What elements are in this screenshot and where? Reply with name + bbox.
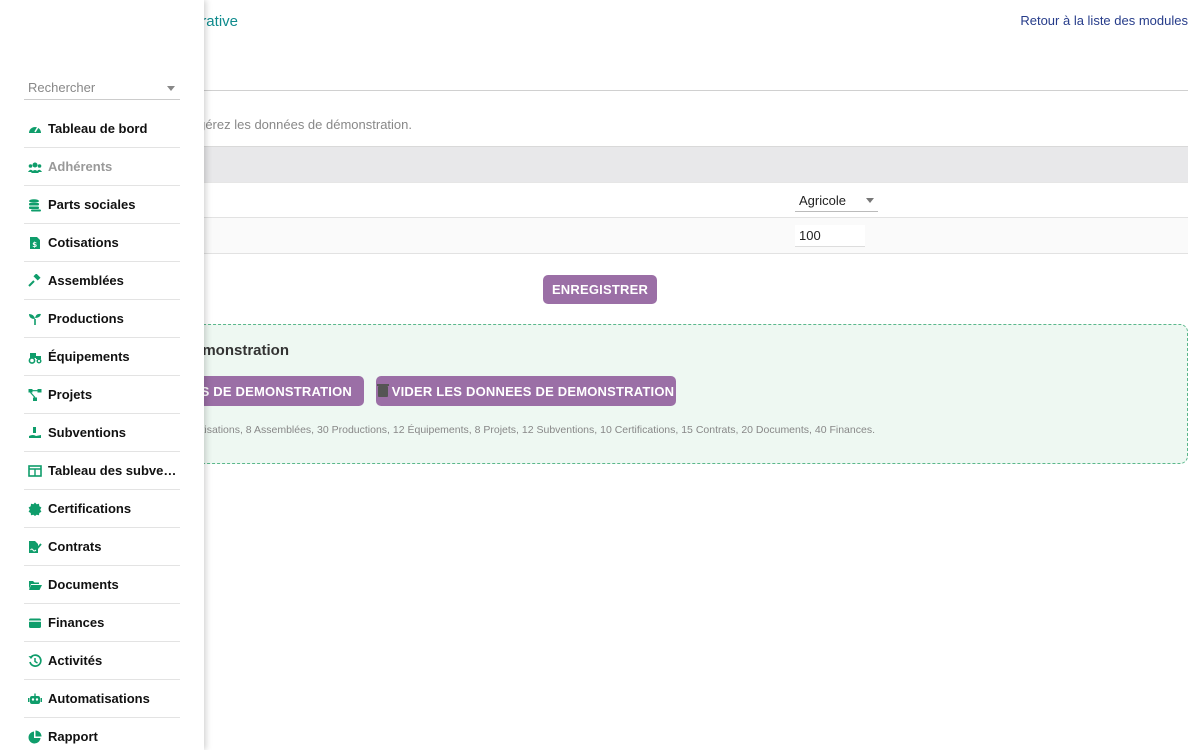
- sidebar-nav: Tableau de bord Adhérents Parts sociales…: [24, 110, 180, 750]
- dashboard-icon: [28, 122, 42, 136]
- sidebar-item-productions[interactable]: Productions: [24, 300, 180, 338]
- svg-text:$: $: [32, 241, 37, 249]
- sidebar-item-documents[interactable]: Documents: [24, 566, 180, 604]
- sidebar-item-tableau-de-bord[interactable]: Tableau de bord: [24, 110, 180, 148]
- robot-icon: [28, 692, 42, 706]
- users-icon: [28, 160, 42, 174]
- chevron-down-icon: [866, 198, 874, 203]
- file-signature-icon: [28, 540, 42, 554]
- cooperative-type-value: Agricole: [799, 193, 846, 208]
- history-icon: [28, 653, 42, 668]
- gavel-icon: [28, 273, 42, 288]
- sidebar-item-subventions[interactable]: Subventions: [24, 414, 180, 452]
- save-button[interactable]: ENREGISTRER: [543, 275, 657, 304]
- settings-row-type: [204, 182, 1188, 218]
- sidebar-item-projets[interactable]: Projets: [24, 376, 180, 414]
- demo-data-summary: tisations, 8 Assemblées, 30 Productions,…: [201, 424, 875, 436]
- hand-holding-icon: [28, 426, 42, 440]
- search-select[interactable]: Rechercher: [24, 80, 180, 100]
- trash-icon: [376, 383, 389, 397]
- wallet-icon: [28, 616, 42, 630]
- project-diagram-icon: [28, 388, 42, 402]
- pie-chart-icon: [28, 730, 42, 744]
- sidebar-item-certifications[interactable]: Certifications: [24, 490, 180, 528]
- clear-demo-data-label: VIDER LES DONNEES DE DEMONSTRATION: [391, 383, 675, 399]
- clear-demo-data-button[interactable]: VIDER LES DONNEES DE DEMONSTRATION: [376, 376, 676, 406]
- back-to-modules-link[interactable]: Retour à la liste des modules: [1020, 13, 1188, 28]
- sidebar-item-equipements[interactable]: Équipements: [24, 338, 180, 376]
- search-placeholder: Rechercher: [28, 80, 96, 95]
- quantity-input[interactable]: [795, 225, 865, 247]
- sidebar: Rechercher Tableau de bord Adhérents Par…: [0, 0, 204, 750]
- invoice-icon: $: [28, 236, 42, 250]
- sidebar-item-assemblees[interactable]: Assemblées: [24, 262, 180, 300]
- sidebar-item-parts-sociales[interactable]: Parts sociales: [24, 186, 180, 224]
- sidebar-item-activites[interactable]: Activités: [24, 642, 180, 680]
- folder-open-icon: [28, 578, 42, 592]
- sidebar-item-contrats[interactable]: Contrats: [24, 528, 180, 566]
- settings-table-header: [204, 146, 1188, 182]
- divider: [204, 90, 1188, 91]
- table-icon: [28, 464, 42, 478]
- demo-data-panel: monstration ES DE DEMONSTRATION VIDER LE…: [140, 324, 1188, 464]
- sidebar-item-finances[interactable]: Finances: [24, 604, 180, 642]
- settings-row-quantity: [204, 218, 1188, 254]
- coins-icon: [28, 198, 42, 212]
- sidebar-item-rapport[interactable]: Rapport: [24, 718, 180, 750]
- sidebar-item-automatisations[interactable]: Automatisations: [24, 680, 180, 718]
- generate-demo-data-label: ES DE DEMONSTRATION: [191, 383, 352, 399]
- tractor-icon: [28, 350, 42, 364]
- sidebar-item-cotisations[interactable]: $ Cotisations: [24, 224, 180, 262]
- sidebar-item-tableau-des-subventions[interactable]: Tableau des subvent…: [24, 452, 180, 490]
- sidebar-item-adherents[interactable]: Adhérents: [24, 148, 180, 186]
- certificate-icon: [28, 502, 42, 516]
- seedling-icon: [28, 312, 42, 326]
- chevron-down-icon: [167, 86, 175, 91]
- cooperative-type-select[interactable]: Agricole: [795, 190, 878, 212]
